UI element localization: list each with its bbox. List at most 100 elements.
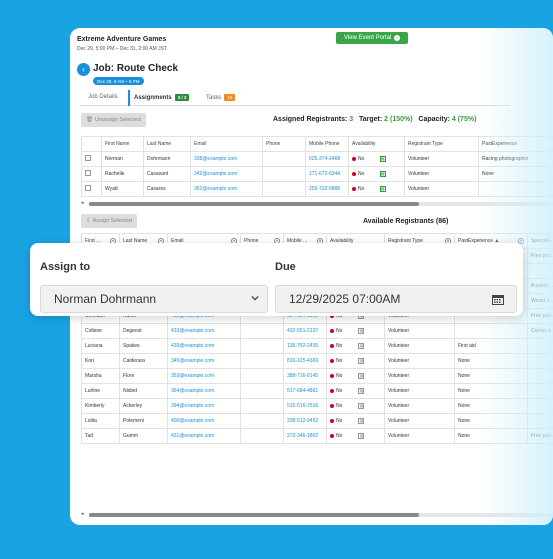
availability-text: No	[336, 388, 343, 394]
scrollbar-thumb[interactable]	[89, 513, 419, 517]
assignee-select[interactable]: Norman Dohrmann	[40, 285, 268, 313]
scroll-left-icon[interactable]: ◂	[81, 200, 84, 206]
tab-tasks[interactable]: Tasks 10	[206, 94, 236, 101]
column-header[interactable]: PastExperience	[478, 136, 553, 152]
mobile-link[interactable]: 135-752-2435	[283, 338, 327, 354]
table-row[interactable]: Tad Gumm 431@example.com 272-346-1862 No ▦ Vol…	[81, 428, 553, 444]
mobile-link[interactable]: 625-374-2468	[305, 151, 349, 167]
last-name: Flore	[119, 368, 168, 384]
mobile-link[interactable]: 432-551-2137	[283, 323, 327, 339]
unavailable-dot-icon	[330, 358, 334, 363]
scroll-left-icon[interactable]: ◂	[81, 511, 84, 517]
due-date-field[interactable]: 12/29/2025 07:00AM	[275, 285, 517, 313]
unavailable-dot-icon	[330, 388, 334, 393]
email-link[interactable]: 342@example.com	[190, 166, 263, 182]
availability-text: No	[336, 433, 343, 439]
availability-cell: No ▦	[326, 398, 385, 414]
special-requests: Free pizz...	[527, 308, 553, 324]
row-checkbox[interactable]	[85, 155, 91, 161]
calendar-icon[interactable]: ▦	[358, 343, 365, 349]
assigned-table: First Name Last Name Email Phone Mobile …	[81, 136, 553, 197]
calendar-icon[interactable]	[492, 294, 504, 305]
calendar-icon[interactable]: ▦	[379, 171, 386, 177]
table-row[interactable]: Rachelle Casavant 342@example.com 171-67…	[81, 166, 553, 182]
availability-text: No	[336, 373, 343, 379]
table-row[interactable]: Lolita Polemeni 400@example.com 338-512-945…	[81, 413, 553, 429]
special-requests: A sunny ...	[527, 278, 553, 294]
phone	[240, 323, 284, 339]
available-horizontal-scrollbar[interactable]	[89, 513, 553, 517]
table-row[interactable]: Kori Calderara 345@example.com 816-125-4369…	[81, 353, 553, 369]
special-requests: Corner vi...	[527, 323, 553, 339]
row-checkbox[interactable]	[85, 185, 91, 191]
column-header[interactable]: First Name	[101, 136, 144, 152]
calendar-icon[interactable]: ▦	[358, 328, 365, 334]
table-row[interactable]: Marsha Flore 353@example.com 388-716-8145 No…	[81, 368, 553, 384]
table-row[interactable]: Kimberly Ackerley 394@example.com 515-516-7…	[81, 398, 553, 414]
arrow-right-icon: ›	[394, 35, 401, 41]
unavailable-dot-icon	[330, 328, 334, 333]
mobile-link[interactable]: 517-684-4861	[283, 383, 327, 399]
table-row[interactable]: Collene Degeest 433@example.com 432-551-213…	[81, 323, 553, 339]
assigned-horizontal-scrollbar[interactable]	[89, 202, 553, 206]
email-link[interactable]: 345@example.com	[167, 353, 241, 369]
availability-cell: No ▦	[326, 353, 385, 369]
last-name: Casavant	[143, 166, 191, 182]
unavailable-dot-icon	[330, 343, 334, 348]
column-header[interactable]: Registrant Type	[404, 136, 479, 152]
table-row[interactable]: Lurline Nisbet 364@example.com 517-684-4861…	[81, 383, 553, 399]
mobile-link[interactable]: 272-346-1862	[283, 428, 327, 444]
special-requests	[527, 263, 553, 279]
email-link[interactable]: 433@example.com	[167, 323, 241, 339]
column-header[interactable]: Mobile Phone	[305, 136, 349, 152]
calendar-icon[interactable]: ▦	[379, 186, 386, 192]
email-link[interactable]: 400@example.com	[167, 413, 241, 429]
mobile-link[interactable]: 338-512-9452	[283, 413, 327, 429]
mobile-link[interactable]: 515-516-7516	[283, 398, 327, 414]
email-link[interactable]: 338@example.com	[190, 151, 263, 167]
table-row[interactable]: Norman Dohrmann 338@example.com 625-374-…	[81, 151, 553, 167]
column-header[interactable]: Availability	[348, 136, 405, 152]
availability-text: No	[358, 186, 365, 192]
column-header[interactable]: SpecialR...	[527, 233, 553, 249]
column-header[interactable]: Last Name	[143, 136, 191, 152]
email-link[interactable]: 439@example.com	[167, 338, 241, 354]
calendar-icon[interactable]: ▦	[358, 418, 365, 424]
back-arrow-icon[interactable]: ‹	[77, 63, 90, 76]
first-name: Kori	[81, 353, 120, 369]
column-header[interactable]: Email	[190, 136, 263, 152]
email-link[interactable]: 364@example.com	[167, 383, 241, 399]
tab-assignments[interactable]: Assignments 3 / 2	[134, 94, 190, 101]
calendar-icon[interactable]: ▦	[358, 388, 365, 394]
calendar-icon[interactable]: ▦	[358, 433, 365, 439]
tab-label: Job Details	[88, 94, 118, 100]
row-checkbox[interactable]	[85, 170, 91, 176]
first-name: Marsha	[81, 368, 120, 384]
calendar-icon[interactable]: ▦	[379, 156, 386, 162]
assign-selected-button[interactable]: ⇩ Assign Selected	[81, 214, 138, 228]
phone	[240, 428, 284, 444]
email-link[interactable]: 353@example.com	[167, 368, 241, 384]
email-link[interactable]: 394@example.com	[167, 398, 241, 414]
calendar-icon[interactable]: ▦	[358, 403, 365, 409]
unassign-selected-button[interactable]: 🗑 Unassign Selected	[81, 113, 146, 127]
view-event-portal-button[interactable]: View Event Portal ›	[336, 32, 409, 44]
mobile-link[interactable]: 255-732-5886	[305, 181, 349, 197]
assigned-value: 3	[349, 116, 354, 123]
mobile-link[interactable]: 388-716-8145	[283, 368, 327, 384]
mobile-link[interactable]: 171-672-6344	[305, 166, 349, 182]
mobile-link[interactable]: 816-125-4369	[283, 353, 327, 369]
scrollbar-thumb[interactable]	[89, 202, 419, 206]
special-requests: Free pizz...	[527, 248, 553, 264]
table-row[interactable]: Luciana Spakes 439@example.com 135-752-2435…	[81, 338, 553, 354]
tab-job-details[interactable]: Job Details	[88, 94, 118, 100]
email-link[interactable]: 431@example.com	[167, 428, 241, 444]
table-row[interactable]: Wyatt Casares 352@example.com 255-732-58…	[81, 181, 553, 197]
calendar-icon[interactable]: ▦	[358, 373, 365, 379]
phone	[240, 398, 284, 414]
column-header[interactable]: Phone	[262, 136, 306, 152]
calendar-icon[interactable]: ▦	[358, 358, 365, 364]
email-link[interactable]: 352@example.com	[190, 181, 263, 197]
availability-text: No	[336, 343, 343, 349]
special-requests	[527, 413, 553, 429]
